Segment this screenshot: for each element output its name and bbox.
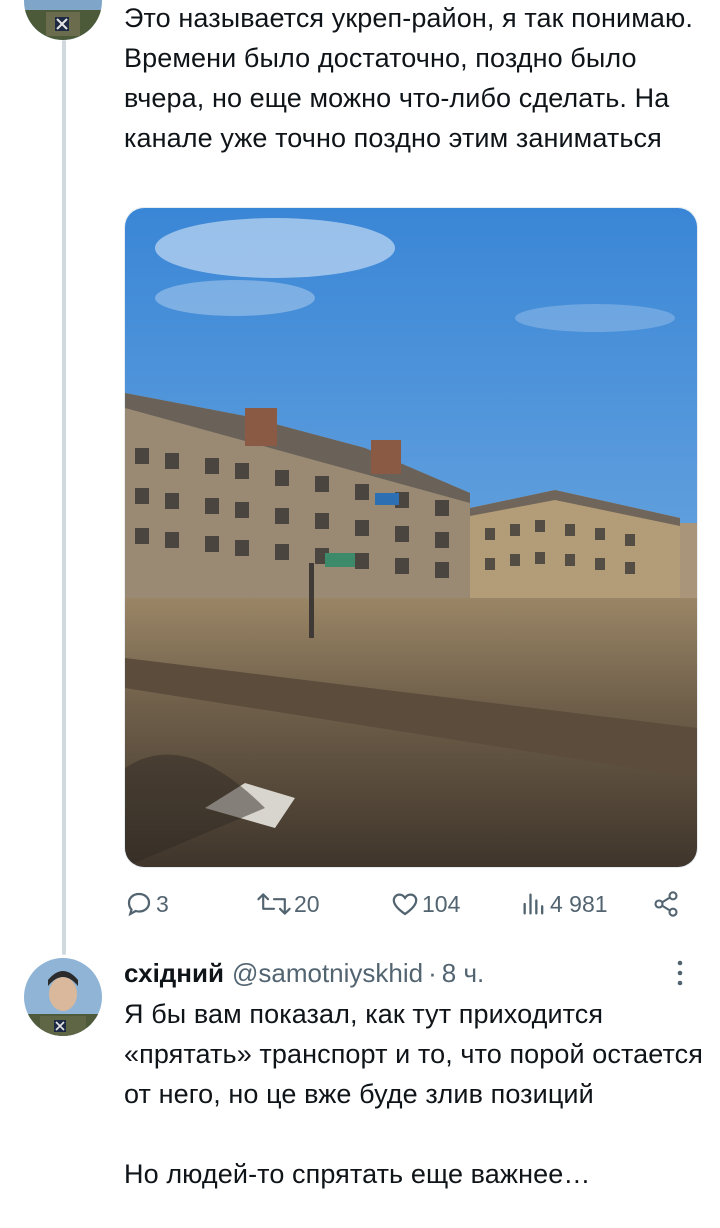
tweet-text: Это называется укреп-район, я так понима… bbox=[124, 3, 693, 153]
share-button[interactable] bbox=[652, 884, 680, 924]
views-icon bbox=[523, 893, 544, 915]
separator-dot: · bbox=[428, 957, 437, 988]
heart-icon bbox=[392, 893, 418, 916]
tweet-actions: 3 20 104 4 981 bbox=[124, 884, 696, 924]
avatar-image bbox=[24, 958, 102, 1036]
reply-header: східний @samotniyskhid · 8 ч. bbox=[124, 953, 704, 993]
tweet-text: Я бы вам показал, как тут приходится «пр… bbox=[124, 999, 704, 1189]
timestamp[interactable]: 8 ч. bbox=[442, 958, 484, 989]
avatar[interactable] bbox=[24, 958, 102, 1036]
retweet-icon bbox=[257, 893, 291, 915]
retweet-count: 20 bbox=[294, 890, 320, 917]
more-button[interactable] bbox=[674, 958, 686, 988]
share-icon bbox=[654, 891, 678, 917]
reply-button[interactable]: 3 bbox=[124, 884, 169, 924]
views-button[interactable]: 4 981 bbox=[520, 884, 608, 924]
retweet-button[interactable]: 20 bbox=[256, 884, 320, 924]
thread-connector-line bbox=[62, 40, 66, 955]
avatar[interactable] bbox=[24, 0, 102, 40]
avatar-image bbox=[24, 0, 102, 40]
reply-icon bbox=[127, 892, 151, 917]
tweet-photo[interactable] bbox=[124, 207, 698, 868]
destroyed-buildings-photo bbox=[125, 208, 697, 867]
more-icon bbox=[677, 960, 683, 986]
author-name[interactable]: східний bbox=[124, 958, 224, 989]
like-count: 104 bbox=[422, 890, 461, 917]
like-button[interactable]: 104 bbox=[390, 884, 460, 924]
author-handle[interactable]: @samotniyskhid bbox=[232, 958, 423, 989]
reply-count: 3 bbox=[156, 890, 169, 917]
views-count: 4 981 bbox=[550, 890, 608, 917]
